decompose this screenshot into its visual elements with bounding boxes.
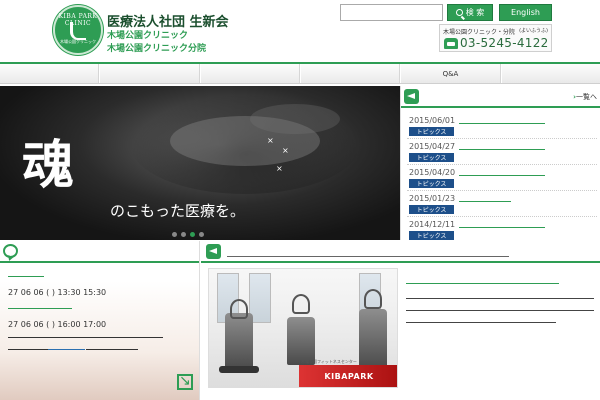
event-title-link[interactable] [8,305,72,309]
ultrasound-marker: × [282,146,289,155]
machine-handle [230,299,248,319]
nav-item-qa[interactable]: Q&A [400,64,501,83]
vibration-machine [359,309,387,369]
topic-date: 2015/01/23 [409,194,456,203]
megaphone-icon [206,244,221,259]
feature-panel: 木場公園フィットネスセンター KIBAPARK [201,241,600,400]
speech-bubble-icon [3,244,18,258]
machine-base [219,366,259,373]
topic-row[interactable]: 2015/04/20 トピックス [407,165,597,191]
global-nav: Q&A [0,62,600,84]
event-note [8,346,48,350]
feature-title [227,249,509,257]
megaphone-icon [404,89,419,104]
topic-tag-badge: トピックス [409,179,454,188]
vibration-machine [287,317,315,365]
tel-kana: (よいふうふ) [519,28,548,34]
nav-item-4[interactable] [299,64,401,83]
clinic-logo[interactable]: KIBA PARK CLINIC 木場公園クリニック [53,5,103,55]
topic-tag-badge: トピックス [409,205,454,214]
feature-text [406,294,594,299]
event-note [86,346,138,350]
topic-date: 2015/04/27 [409,142,456,151]
topic-date: 2014/12/11 [409,220,456,229]
topic-row[interactable]: 2014/12/11 トピックス [407,217,597,243]
hero-kanji: 魂 [22,135,75,196]
events-header [0,241,199,263]
topic-row[interactable]: 2015/04/27 トピックス [407,139,597,165]
topic-tag-badge: トピックス [409,153,454,162]
topics-panel: ›一覧へ 2015/06/01 トピックス 2015/04/27 トピックス 2015/… [400,86,600,243]
tel-box: 木場公園クリニック・分院 (よいふうふ) 03-5245-4122 [439,24,552,52]
hero-slider[interactable]: × × × 魂 のこもった医療を。 [0,86,400,240]
event-date: 27 06 06 ( ) 13:30 15:30 [8,288,107,297]
topic-date: 2015/06/01 [409,116,456,125]
tel-number[interactable]: 03-5245-4122 [460,36,549,50]
clinic-name-main: 木場公園クリニック [107,31,189,41]
event-note-link[interactable] [48,346,85,350]
slider-dot-active[interactable] [190,232,195,237]
topics-more-link[interactable]: ›一覧へ [573,92,597,102]
event-date: 27 06 06 ( ) 16:00 17:00 [8,320,107,329]
machine-handle [364,289,382,309]
slider-dot[interactable] [199,232,204,237]
search-input[interactable] [340,4,443,21]
tel-label: 木場公園クリニック・分院 [443,29,515,36]
site-header: KIBA PARK CLINIC 木場公園クリニック 医療法人社団 生新会 木場… [0,0,600,60]
page: KIBA PARK CLINIC 木場公園クリニック 医療法人社団 生新会 木場… [0,0,600,400]
clinic-name-branch: 木場公園クリニック分院 [107,44,207,54]
nav-item-6[interactable] [500,64,600,83]
fitness-photo[interactable]: 木場公園フィットネスセンター KIBAPARK [208,268,398,388]
nav-item-1[interactable] [0,64,100,83]
topic-title-link[interactable] [459,118,545,124]
feature-text [406,318,556,323]
ultrasound-blob [250,104,340,134]
english-button[interactable]: English [499,4,552,21]
events-background-photo [0,281,199,400]
topic-tag-badge: トピックス [409,127,454,136]
arrow-down-right-icon[interactable] [177,373,193,390]
machine-handle [292,294,310,314]
search-icon [455,9,463,16]
search-button-label: 検 索 [465,8,485,17]
slider-dots [172,232,204,237]
nav-item-3[interactable] [199,64,300,83]
topic-title-link[interactable] [459,144,545,150]
vibration-machine [225,313,253,369]
events-panel: 27 06 06 ( ) 13:30 15:30 27 06 06 ( ) 16… [0,241,200,400]
nav-item-2[interactable] [99,64,200,83]
ultrasound-marker: × [267,136,274,145]
topic-title-link[interactable] [459,170,545,176]
kibapark-banner: KIBAPARK [299,365,397,387]
slider-dot[interactable] [172,232,177,237]
hero-text: のこもった医療を。 [110,202,246,220]
feature-header [201,241,600,263]
ultrasound-marker: × [276,164,283,173]
search-button[interactable]: 検 索 [447,4,493,21]
topics-more-label: 一覧へ [576,93,597,101]
topics-header: ›一覧へ [401,86,600,108]
slider-dot[interactable] [181,232,186,237]
event-note [8,334,163,338]
event-title-link[interactable] [8,273,44,277]
topic-title-link[interactable] [459,196,511,202]
feature-article-link[interactable] [406,278,559,284]
topic-row[interactable]: 2015/06/01 トピックス [407,113,597,139]
topic-title-link[interactable] [459,222,545,228]
topic-row[interactable]: 2015/01/23 トピックス [407,191,597,217]
phone-icon [444,38,458,49]
topic-date: 2015/04/20 [409,168,456,177]
logo-sub-text: 木場公園クリニック [60,39,96,44]
topic-tag-badge: トピックス [409,231,454,240]
feature-text [406,306,594,311]
logo-figure-icon [70,22,86,40]
